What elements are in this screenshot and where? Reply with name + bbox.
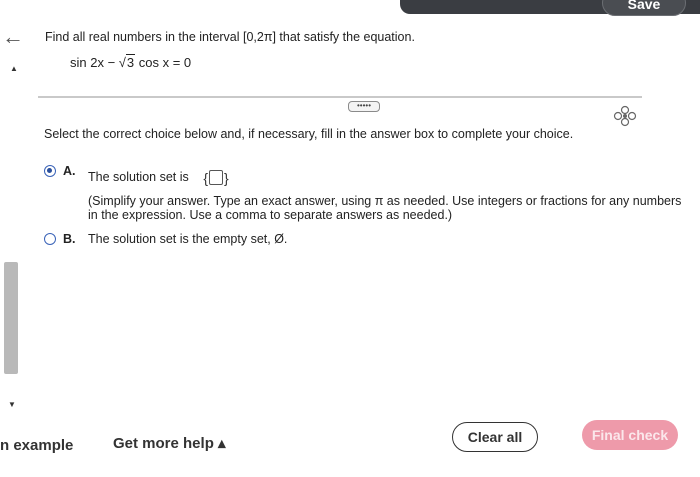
more-dots-icon[interactable]: ••••• (348, 101, 380, 112)
choice-b-text: The solution set is the empty set, Ø. (88, 232, 288, 246)
choice-a-text: The solution set is (88, 170, 189, 184)
brace-open: { (203, 169, 208, 186)
divider (38, 96, 642, 98)
choice-b-radio[interactable] (44, 233, 56, 245)
scroll-up-icon[interactable]: ▲ (10, 64, 18, 73)
equation-part1: sin 2x − (70, 55, 119, 70)
settings-icon[interactable] (612, 104, 638, 128)
sqrt-radicand: 3 (125, 54, 136, 70)
final-check-button[interactable]: Final check (582, 420, 678, 450)
answer-set-box[interactable]: {} (200, 168, 232, 187)
answer-input[interactable] (209, 170, 223, 185)
clear-all-button[interactable]: Clear all (452, 422, 538, 452)
choice-a-radio[interactable] (44, 165, 56, 177)
choice-a-letter: A. (63, 164, 76, 178)
save-button[interactable]: Save (602, 0, 686, 16)
choice-a-hint-line2: in the expression. Use a comma to separa… (88, 208, 453, 222)
brace-close: } (224, 169, 229, 186)
equation-part2: cos x = 0 (135, 55, 192, 70)
question-prompt: Find all real numbers in the interval [0… (45, 30, 415, 44)
equation: sin 2x − √3 cos x = 0 (70, 54, 192, 70)
sqrt-sign: √ (118, 55, 126, 70)
scroll-down-icon[interactable]: ▼ (8, 400, 16, 409)
back-arrow-icon[interactable]: ← (2, 24, 24, 50)
choice-b-letter: B. (63, 232, 76, 246)
get-more-help-link[interactable]: Get more help ▴ (113, 434, 226, 452)
view-example-link[interactable]: n example (0, 437, 73, 454)
scrollbar-thumb[interactable] (4, 262, 18, 374)
choice-a-hint-line1: (Simplify your answer. Type an exact ans… (88, 194, 682, 208)
instruction-text: Select the correct choice below and, if … (44, 127, 574, 141)
